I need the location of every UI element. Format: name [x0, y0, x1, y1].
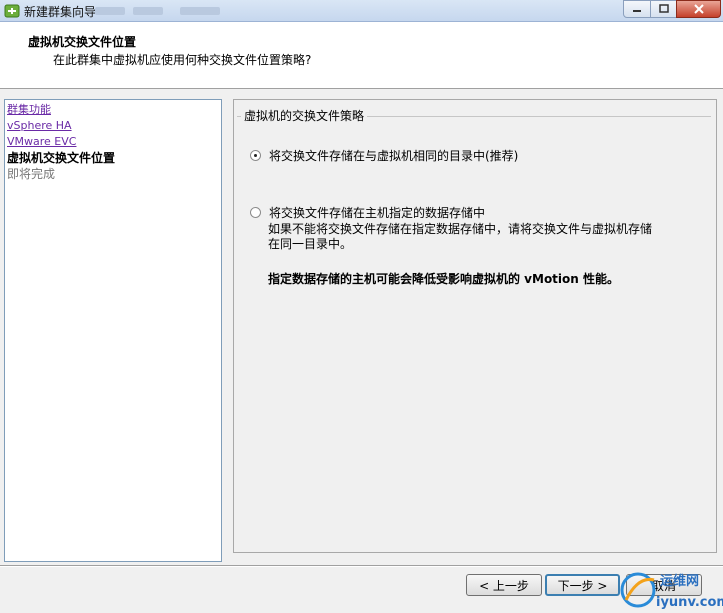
app-icon	[4, 4, 20, 18]
nav-step-cluster-features[interactable]: 群集功能	[7, 102, 219, 118]
close-icon	[693, 4, 704, 14]
page-subtitle: 在此群集中虚拟机应使用何种交换文件位置策略?	[53, 53, 312, 67]
wizard-steps-nav: 群集功能 vSphere HA VMware EVC 虚拟机交换文件位置 即将完…	[4, 99, 222, 562]
watermark-line1: 运维网	[660, 573, 699, 589]
nav-step-vsphere-ha[interactable]: vSphere HA	[7, 118, 219, 134]
back-button[interactable]: < 上一步	[466, 574, 542, 596]
blurred-menu-placeholder	[95, 7, 125, 15]
option-host-datastore-label: 将交换文件存储在主机指定的数据存储中	[269, 206, 486, 220]
option-host-datastore[interactable]: 将交换文件存储在主机指定的数据存储中	[250, 204, 485, 221]
next-button[interactable]: 下一步 >	[545, 574, 620, 596]
description-line: 如果不能将交换文件存储在指定数据存储中，请将交换文件与虚拟机存储	[268, 222, 653, 236]
maximize-button[interactable]	[650, 0, 677, 18]
watermark-line2: iyunv.com	[656, 595, 723, 610]
minimize-icon	[633, 10, 641, 12]
content-panel	[233, 99, 717, 553]
nav-step-ready-to-complete: 即将完成	[7, 167, 56, 181]
blurred-menu-placeholder	[180, 7, 220, 15]
group-box-title: 虚拟机的交换文件策略	[241, 107, 368, 124]
option-same-directory[interactable]: 将交换文件存储在与虚拟机相同的目录中(推荐)	[250, 147, 518, 164]
footer-separator	[0, 565, 723, 567]
wizard-header: 虚拟机交换文件位置 在此群集中虚拟机应使用何种交换文件位置策略?	[0, 22, 723, 89]
nav-step-swapfile-location: 虚拟机交换文件位置	[7, 151, 116, 165]
vmotion-warning: 指定数据存储的主机可能会降低受影响虚拟机的 vMotion 性能。	[268, 272, 620, 286]
nav-step-vmware-evc[interactable]: VMware EVC	[7, 134, 219, 150]
blurred-menu-placeholder	[133, 7, 163, 15]
option-host-datastore-description: 如果不能将交换文件存储在指定数据存储中，请将交换文件与虚拟机存储 在同一目录中。	[268, 222, 668, 252]
window-title: 新建群集向导	[24, 5, 97, 19]
maximize-icon	[658, 4, 669, 13]
wizard-window: 新建群集向导 虚拟机交换文件位置 在此群集中虚拟机应使用何种交换文件位置策略? …	[0, 0, 723, 613]
option-same-directory-label: 将交换文件存储在与虚拟机相同的目录中(推荐)	[269, 149, 519, 163]
title-bar: 新建群集向导	[0, 0, 723, 22]
close-button[interactable]	[676, 0, 721, 18]
minimize-button[interactable]	[623, 0, 651, 18]
site-watermark: 运维网 iyunv.com	[620, 572, 723, 610]
radio-same-directory[interactable]	[250, 150, 261, 161]
description-line: 在同一目录中。	[268, 237, 353, 251]
page-title: 虚拟机交换文件位置	[28, 35, 137, 49]
radio-host-datastore[interactable]	[250, 207, 261, 218]
